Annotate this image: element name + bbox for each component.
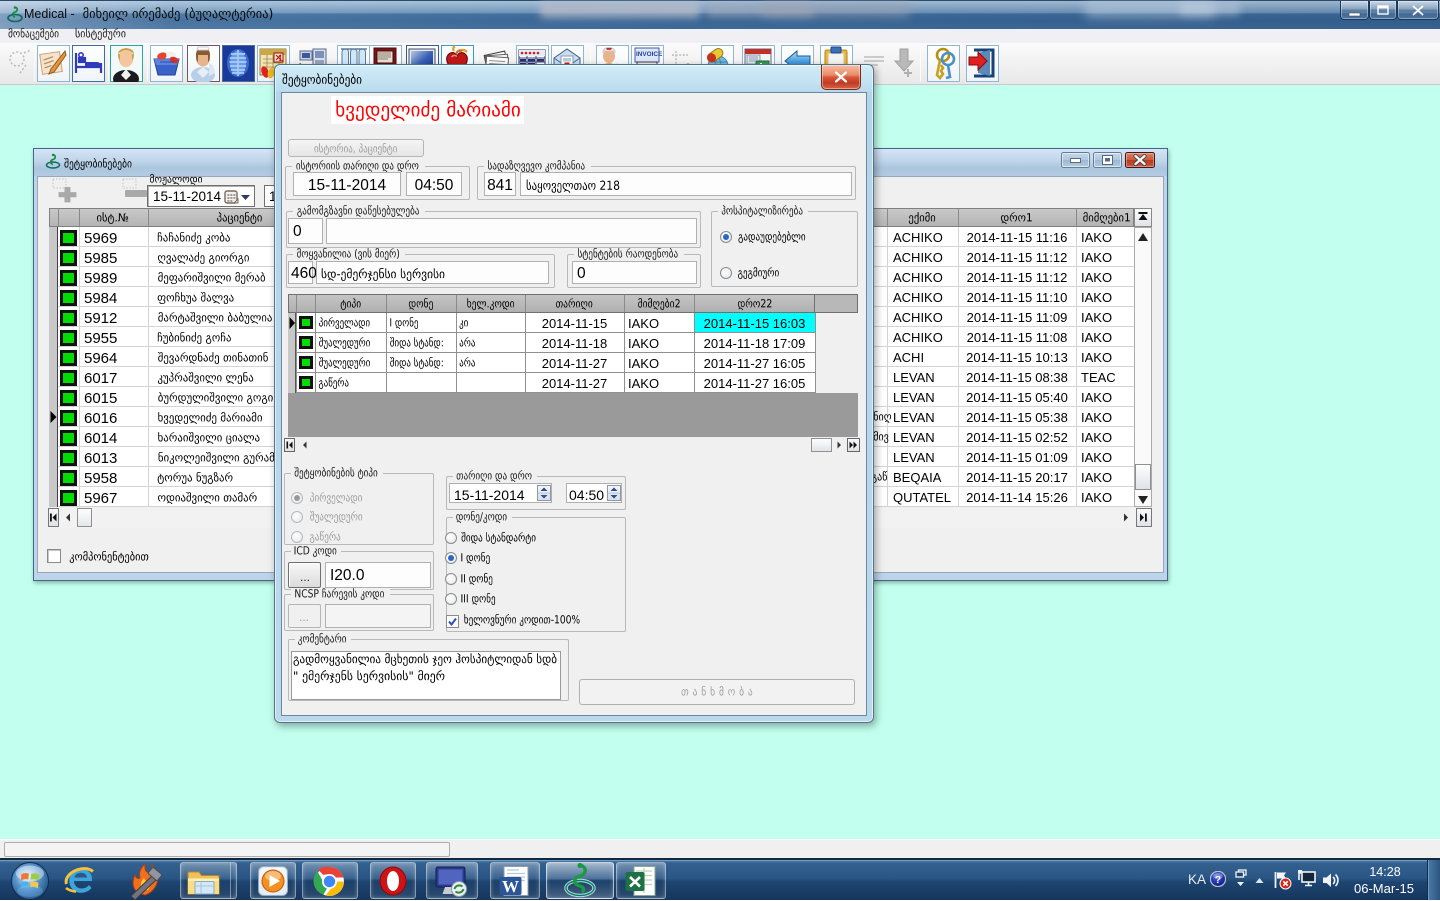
svg-text:INVOICE: INVOICE — [636, 51, 663, 58]
svg-text:?: ? — [1215, 874, 1221, 886]
svg-text:W: W — [502, 877, 519, 896]
svg-text:1: 1 — [278, 53, 283, 63]
